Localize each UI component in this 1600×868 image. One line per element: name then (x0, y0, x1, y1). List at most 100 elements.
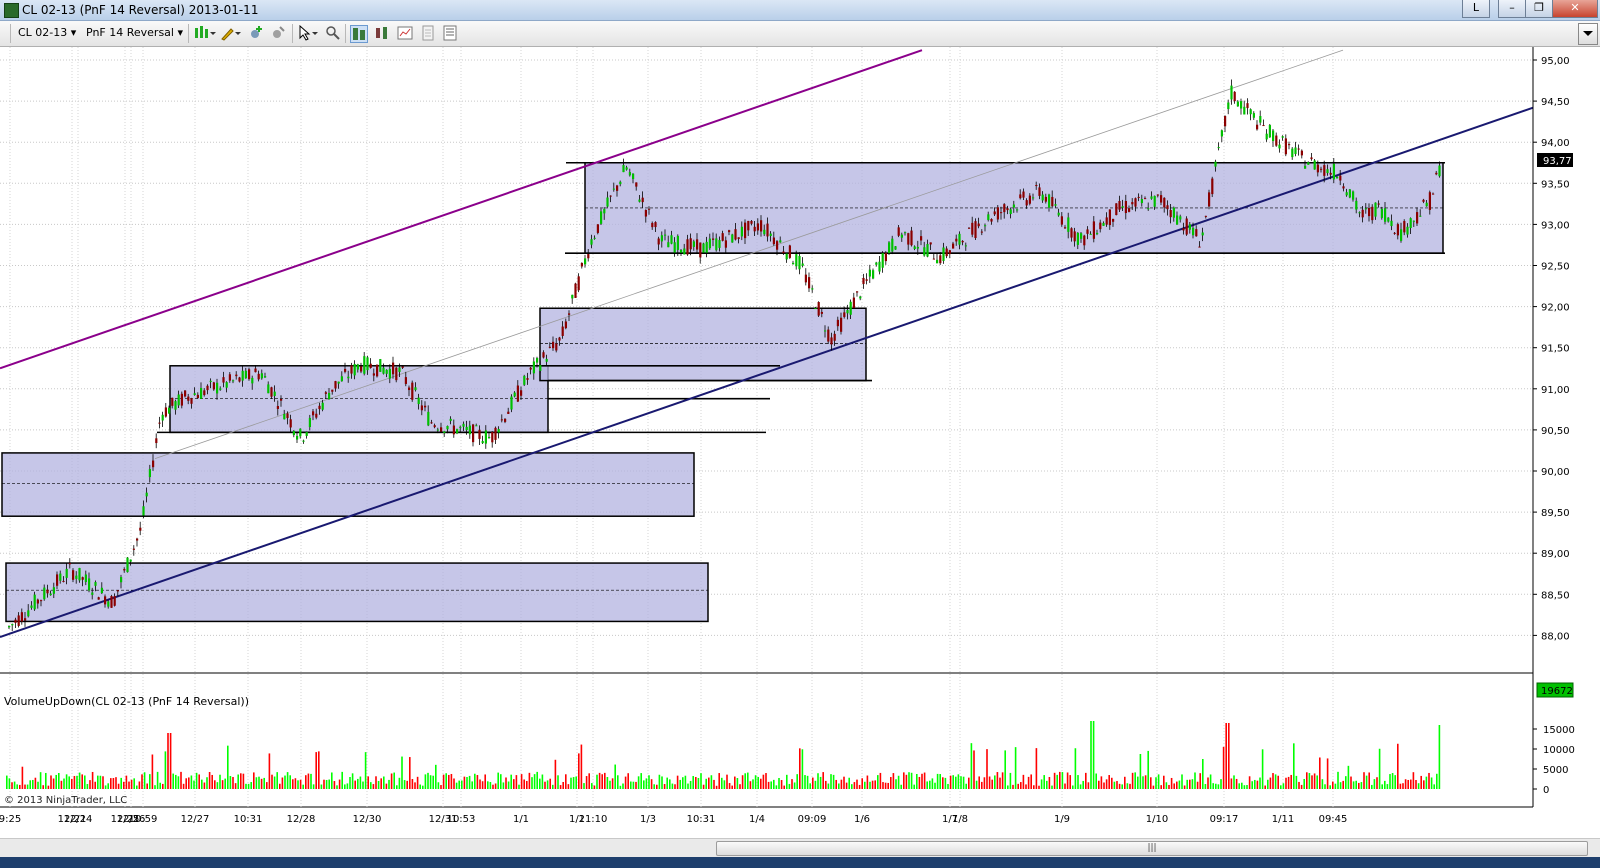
price-bar (792, 262, 795, 265)
instrument-selector[interactable]: CL 02-13 ▾ (18, 26, 76, 39)
price-bar (1067, 217, 1070, 232)
consolidation-boxes (1, 161, 1445, 623)
range-box[interactable] (5, 562, 709, 623)
price-bar (289, 419, 292, 428)
link-button[interactable]: L (1462, 0, 1490, 18)
volume-bar (960, 776, 962, 789)
price-bar (1153, 195, 1156, 207)
time-axis: 9:25 12/2112/24 12/2512/2610:59 12/27 10:31 1… (0, 814, 1347, 825)
volume-bar (260, 778, 263, 789)
volume-bar (975, 780, 978, 789)
window-list-icon[interactable] (442, 25, 458, 41)
volume-bar (926, 781, 928, 789)
volume-bar (513, 779, 515, 789)
scroll-down-icon[interactable] (1578, 23, 1598, 45)
volume-bar (630, 781, 632, 789)
pencil-icon[interactable] (220, 25, 241, 41)
restore-icon[interactable]: ❐ (1525, 0, 1553, 18)
mid-channel-line[interactable] (154, 49, 1344, 460)
price-bar (1268, 125, 1271, 138)
price-bar (1137, 196, 1140, 198)
price-bar (1358, 212, 1361, 214)
price-tick-label: 91,00 (1541, 385, 1570, 396)
range-box[interactable] (169, 365, 549, 434)
volume-bar (1100, 776, 1103, 789)
volume-bar (973, 750, 975, 789)
price-bar (974, 221, 977, 239)
price-bar (1089, 233, 1092, 235)
chart-panel[interactable]: 95,00 94,50 94,00 93,50 93,00 92,50 92,00 91,50… (0, 47, 1600, 837)
volume-bar (1056, 774, 1058, 789)
volume-bar (843, 776, 845, 789)
close-icon[interactable]: ✕ (1552, 0, 1598, 18)
range-box[interactable] (539, 307, 867, 382)
price-bar (334, 381, 337, 389)
volume-bar (632, 781, 635, 789)
price-bar (56, 574, 59, 586)
volume-bar (874, 780, 876, 789)
price-bar (513, 392, 516, 397)
add-indicator-icon[interactable] (248, 25, 264, 41)
volume-bar (310, 773, 312, 789)
price-bar (264, 376, 267, 378)
zoom-icon[interactable] (325, 25, 341, 41)
price-bar (481, 441, 484, 444)
price-bar (78, 567, 81, 581)
strategy-icon[interactable] (270, 25, 286, 41)
price-bar (488, 436, 491, 439)
volume-bar (671, 783, 674, 789)
volume-bar (302, 784, 304, 789)
volume-bar (617, 775, 619, 789)
volume-bar (783, 785, 785, 789)
cursor-icon[interactable] (298, 24, 318, 41)
volume-bar (851, 784, 853, 789)
price-bar (1000, 212, 1003, 214)
volume-bar (721, 777, 723, 789)
price-bar (840, 317, 843, 332)
volume-bar (819, 776, 822, 789)
price-chart[interactable]: 95,00 94,50 94,00 93,50 93,00 92,50 92,00 91,50… (0, 47, 1600, 837)
price-bar (302, 440, 305, 442)
period-selector[interactable]: PnF 14 Reversal ▾ (86, 26, 183, 39)
volume-bar (26, 784, 29, 789)
price-bar (1076, 232, 1079, 245)
price-bar (113, 596, 116, 606)
volume-bar (663, 784, 666, 789)
volume-bar (458, 780, 460, 789)
volume-bar (474, 773, 476, 789)
volume-bar (559, 785, 562, 789)
volume-bar (934, 782, 936, 789)
volume-bar (102, 776, 104, 789)
horizontal-scrollbar[interactable]: ||| (0, 838, 1600, 857)
price-bar (1323, 165, 1326, 176)
price-bar (430, 422, 433, 424)
volume-bar (918, 776, 921, 789)
properties-icon[interactable] (397, 25, 413, 41)
data-box-icon[interactable] (350, 25, 368, 43)
volume-bar (169, 733, 172, 789)
volume-bar (130, 779, 133, 789)
price-bar (526, 378, 529, 380)
price-bar (622, 165, 625, 173)
volume-bar (398, 777, 401, 789)
volume-bar (986, 749, 988, 789)
volume-bar (1345, 776, 1347, 789)
price-bar (292, 430, 295, 436)
chart-style-icon[interactable] (194, 25, 216, 41)
volume-bar (461, 780, 463, 789)
volume-bar (63, 778, 65, 789)
bars-icon[interactable] (374, 25, 390, 41)
price-bar (571, 294, 574, 299)
template-icon[interactable] (420, 25, 436, 41)
volume-bar (24, 784, 26, 789)
volume-bar (271, 774, 273, 789)
volume-bar (861, 778, 863, 789)
minimize-icon[interactable]: – (1498, 0, 1526, 18)
price-tick-label: 94,50 (1541, 97, 1570, 108)
scrollbar-thumb[interactable]: ||| (716, 841, 1588, 856)
price-bar (1038, 187, 1041, 196)
time-tick-label: 1/6 (854, 814, 870, 825)
volume-bar (1009, 772, 1012, 789)
range-box[interactable] (1, 452, 695, 517)
volume-bar (422, 785, 424, 789)
